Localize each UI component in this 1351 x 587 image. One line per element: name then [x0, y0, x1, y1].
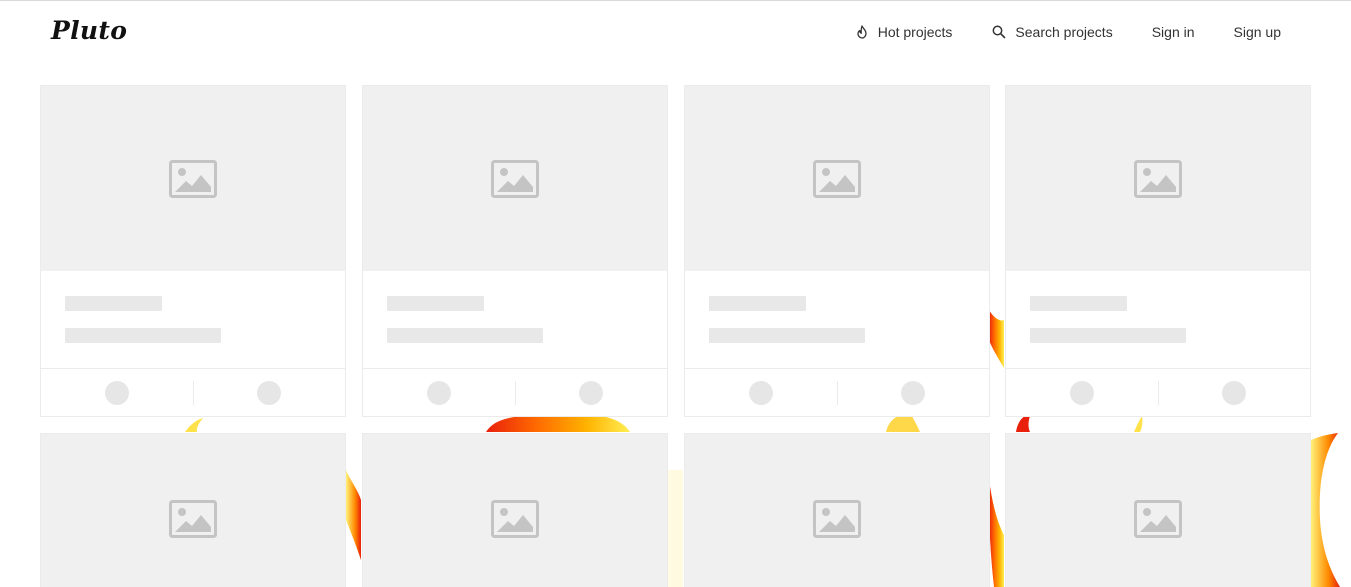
- subtitle-skeleton: [709, 328, 865, 343]
- page: Pluto Hot projects Search projects Sign …: [0, 0, 1351, 587]
- subtitle-skeleton: [387, 328, 543, 343]
- image-placeholder-icon: [1134, 159, 1182, 198]
- image-placeholder-icon: [169, 500, 217, 538]
- card-actions: [41, 369, 345, 417]
- image-placeholder-icon: [491, 500, 539, 538]
- top-navbar: Pluto Hot projects Search projects Sign …: [0, 1, 1351, 65]
- image-placeholder-icon: [1134, 500, 1182, 538]
- card-thumbnail: [1006, 86, 1310, 271]
- card-actions: [363, 369, 667, 417]
- search-icon: [991, 24, 1007, 40]
- card-thumbnail: [685, 434, 989, 587]
- action-skeleton-dot: [257, 381, 282, 405]
- title-skeleton: [65, 296, 162, 311]
- project-card-5[interactable]: [40, 433, 346, 587]
- card-action-right[interactable]: [516, 369, 668, 417]
- nav-hot-projects[interactable]: Hot projects: [854, 24, 953, 40]
- card-thumbnail: [1006, 434, 1310, 587]
- project-card-1[interactable]: [40, 85, 346, 417]
- card-body: [1006, 271, 1310, 369]
- card-thumbnail: [41, 86, 345, 271]
- image-placeholder-icon: [813, 500, 861, 538]
- subtitle-skeleton: [65, 328, 221, 343]
- card-thumbnail: [363, 86, 667, 271]
- action-skeleton-dot: [1222, 381, 1247, 405]
- card-body: [363, 271, 667, 369]
- nav-search-projects[interactable]: Search projects: [991, 24, 1113, 40]
- card-action-right[interactable]: [1159, 369, 1311, 417]
- project-card-7[interactable]: [684, 433, 990, 587]
- card-thumbnail: [41, 434, 345, 587]
- card-action-right[interactable]: [194, 369, 346, 417]
- action-skeleton-dot: [104, 381, 129, 405]
- brand-logo[interactable]: Pluto: [51, 16, 127, 45]
- card-thumbnail: [363, 434, 667, 587]
- card-actions: [685, 369, 989, 417]
- project-card-3[interactable]: [684, 85, 990, 417]
- flame-icon: [854, 24, 870, 40]
- project-card-8[interactable]: [1005, 433, 1311, 587]
- image-placeholder-icon: [813, 159, 861, 198]
- project-card-2[interactable]: [362, 85, 668, 417]
- nav-menu: Hot projects Search projects Sign in Sig…: [854, 24, 1281, 40]
- card-action-left[interactable]: [41, 369, 193, 417]
- title-skeleton: [387, 296, 484, 311]
- action-skeleton-dot: [748, 381, 773, 405]
- card-body: [685, 271, 989, 369]
- subtitle-skeleton: [1030, 328, 1186, 343]
- title-skeleton: [1030, 296, 1127, 311]
- action-skeleton-dot: [1069, 381, 1094, 405]
- nav-hot-projects-label: Hot projects: [877, 24, 953, 40]
- card-body: [41, 271, 345, 369]
- action-skeleton-dot: [426, 381, 451, 405]
- card-action-left[interactable]: [685, 369, 837, 417]
- title-skeleton: [709, 296, 806, 311]
- project-card-6[interactable]: [362, 433, 668, 587]
- nav-sign-in[interactable]: Sign in: [1152, 24, 1195, 40]
- action-skeleton-dot: [579, 381, 604, 405]
- card-action-left[interactable]: [1006, 369, 1158, 417]
- nav-sign-up[interactable]: Sign up: [1234, 24, 1281, 40]
- card-thumbnail: [685, 86, 989, 271]
- card-action-right[interactable]: [838, 369, 990, 417]
- image-placeholder-icon: [169, 159, 217, 198]
- card-action-left[interactable]: [363, 369, 515, 417]
- image-placeholder-icon: [491, 159, 539, 198]
- card-actions: [1006, 369, 1310, 417]
- nav-search-projects-label: Search projects: [1015, 24, 1113, 40]
- action-skeleton-dot: [901, 381, 926, 405]
- project-card-4[interactable]: [1005, 85, 1311, 417]
